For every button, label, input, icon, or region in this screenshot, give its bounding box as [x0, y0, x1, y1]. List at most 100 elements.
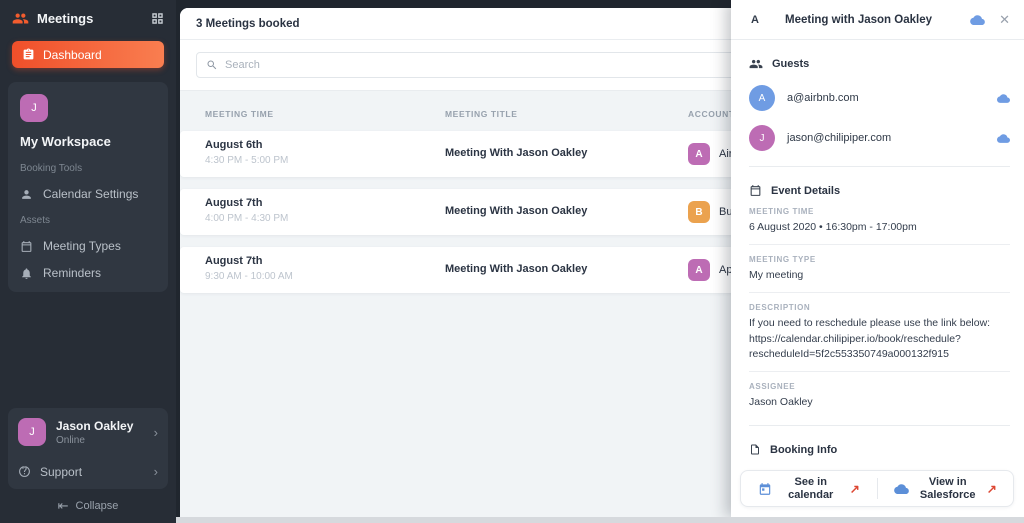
account-avatar: A — [688, 259, 710, 281]
external-link-icon: ↗ — [849, 481, 860, 496]
dashboard-clipboard-icon — [22, 48, 35, 61]
column-header-meeting-title: MEETING TITLE — [445, 109, 518, 119]
account-avatar: A — [688, 143, 710, 165]
meeting-time-range: 9:30 AM - 10:00 AM — [205, 271, 293, 282]
event-details-section-header: Event Details — [749, 184, 1010, 197]
sidebar-header: Meetings — [0, 0, 176, 36]
booking-info-section-header: Booking Info — [749, 443, 1010, 456]
meeting-date: August 7th — [205, 255, 263, 267]
section-divider — [749, 425, 1010, 427]
column-header-account: ACCOUNT — [688, 109, 735, 119]
search-icon — [206, 59, 218, 71]
footer-actions-card: See in calendar ↗ View in Salesforce ↗ — [740, 470, 1014, 507]
user-card: J Jason Oakley Online › Support › — [8, 408, 168, 489]
view-in-salesforce-label: View in Salesforce — [919, 475, 976, 501]
apps-grid-icon[interactable] — [151, 12, 164, 25]
guest-email: jason@chilipiper.com — [787, 132, 892, 144]
guest-avatar: J — [749, 125, 775, 151]
calendar-settings-label: Calendar Settings — [43, 187, 139, 201]
guests-section-header: Guests — [749, 57, 1010, 71]
field-label: DESCRIPTION — [749, 303, 811, 313]
field-label: MEETING TIME — [749, 207, 814, 216]
meeting-detail-panel: A Meeting with Jason Oakley ✕ Guests A a… — [731, 0, 1024, 517]
salesforce-cloud-icon[interactable] — [997, 93, 1010, 103]
workspace-name: My Workspace — [20, 134, 111, 149]
salesforce-cloud-icon[interactable] — [970, 14, 985, 25]
sidebar-item-support[interactable]: Support › — [18, 460, 158, 479]
app-title: Meetings — [37, 10, 94, 26]
person-icon — [20, 188, 34, 201]
booking-info-heading: Booking Info — [770, 443, 838, 456]
guest-row: A a@airbnb.com — [749, 85, 1010, 111]
collapse-sidebar-button[interactable]: ⇤ Collapse — [0, 489, 176, 523]
search-placeholder: Search — [225, 59, 260, 71]
view-in-salesforce-button[interactable]: View in Salesforce ↗ — [878, 471, 1014, 506]
salesforce-cloud-icon — [893, 483, 909, 494]
sidebar-item-dashboard[interactable]: Dashboard — [12, 41, 164, 68]
event-calendar-icon — [749, 184, 762, 197]
panel-title: Meeting with Jason Oakley — [785, 13, 932, 26]
panel-body: Guests A a@airbnb.com J jason@chilipiper… — [731, 40, 1024, 462]
panel-header: A Meeting with Jason Oakley ✕ — [731, 0, 1024, 40]
field-label: MEETING TYPE — [749, 255, 816, 265]
sidebar-item-meeting-types[interactable]: Meeting Types — [20, 239, 156, 253]
see-in-calendar-label: See in calendar — [788, 475, 834, 501]
window-bottom-edge — [176, 517, 1024, 523]
field-value: If you need to reschedule please use the… — [749, 317, 991, 360]
sidebar: Meetings Dashboard J My Workspace Bookin… — [0, 0, 176, 523]
user-name: Jason Oakley — [56, 418, 134, 433]
meeting-title: Meeting With Jason Oakley — [445, 205, 588, 217]
chevron-right-icon: › — [153, 464, 158, 479]
guest-row: J jason@chilipiper.com — [749, 125, 1010, 151]
salesforce-cloud-icon[interactable] — [997, 133, 1010, 143]
meeting-title: Meeting With Jason Oakley — [445, 263, 588, 275]
section-booking-tools: Booking Tools — [20, 163, 83, 174]
meetings-people-icon — [12, 10, 29, 27]
field-value: My meeting — [749, 269, 804, 282]
meeting-title: Meeting With Jason Oakley — [445, 147, 588, 159]
field-divider — [749, 371, 1010, 373]
user-status: Online — [56, 434, 85, 446]
event-details-heading: Event Details — [771, 184, 841, 197]
field-assignee: ASSIGNEE Jason Oakley — [749, 382, 1010, 410]
support-label: Support — [40, 464, 83, 479]
guests-people-icon — [749, 57, 763, 71]
meetings-booked-title: 3 Meetings booked — [196, 17, 300, 30]
meeting-time-range: 4:00 PM - 4:30 PM — [205, 213, 289, 224]
field-meeting-time: MEETING TIME 6 August 2020 • 16:30pm - 1… — [749, 207, 1010, 235]
guests-heading: Guests — [772, 58, 810, 70]
close-icon[interactable]: ✕ — [999, 12, 1010, 28]
user-avatar: J — [18, 418, 46, 446]
section-divider — [749, 166, 1010, 167]
guest-email: a@airbnb.com — [787, 92, 859, 104]
column-header-meeting-time: MEETING TIME — [205, 109, 274, 119]
calendar-icon — [20, 240, 34, 253]
field-label: ASSIGNEE — [749, 382, 796, 392]
meeting-types-label: Meeting Types — [43, 239, 121, 253]
user-profile-row[interactable]: J Jason Oakley Online › — [18, 418, 158, 446]
calendar-icon — [758, 482, 772, 496]
field-value: Jason Oakley — [749, 396, 813, 409]
sidebar-item-reminders[interactable]: Reminders — [20, 266, 156, 280]
workspace-card: J My Workspace Booking Tools Calendar Se… — [8, 82, 168, 292]
collapse-arrow-icon: ⇤ — [57, 498, 69, 513]
see-in-calendar-button[interactable]: See in calendar ↗ — [741, 471, 877, 506]
chevron-right-icon: › — [153, 424, 158, 440]
field-divider — [749, 244, 1010, 246]
field-meeting-type: MEETING TYPE My meeting — [749, 255, 1010, 283]
field-divider — [749, 292, 1010, 294]
reminders-label: Reminders — [43, 266, 102, 280]
dashboard-label: Dashboard — [43, 47, 102, 62]
bell-icon — [20, 267, 34, 280]
guest-avatar: A — [749, 85, 775, 111]
collapse-label: Collapse — [75, 500, 119, 512]
account-avatar: B — [688, 201, 710, 223]
external-link-icon: ↗ — [986, 481, 997, 496]
meeting-time-range: 4:30 PM - 5:00 PM — [205, 155, 289, 166]
meeting-date: August 6th — [205, 139, 263, 151]
sidebar-item-calendar-settings[interactable]: Calendar Settings — [20, 187, 156, 201]
section-assets: Assets — [20, 215, 51, 226]
field-value: 6 August 2020 • 16:30pm - 17:00pm — [749, 221, 917, 233]
field-description: DESCRIPTION If you need to reschedule pl… — [749, 303, 1010, 362]
workspace-avatar: J — [20, 94, 48, 122]
